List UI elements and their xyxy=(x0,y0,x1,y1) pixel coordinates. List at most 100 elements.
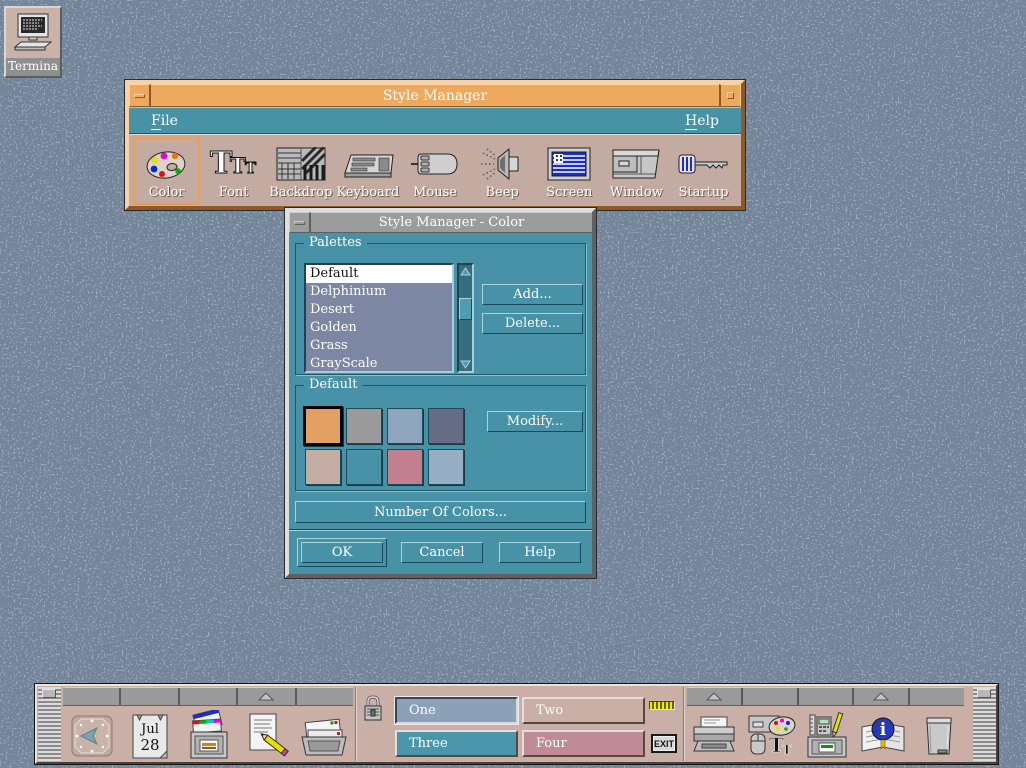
style-manager-titlebar[interactable]: Style Manager xyxy=(129,84,741,107)
menu-help[interactable]: Help xyxy=(679,113,725,129)
palette-list-item[interactable]: Grass xyxy=(306,337,452,355)
file-manager-icon xyxy=(183,710,233,762)
color-swatch[interactable] xyxy=(428,408,464,444)
window-menu-icon xyxy=(294,221,305,225)
exit-button[interactable]: EXIT xyxy=(651,734,677,753)
subpanel-tab-printer[interactable] xyxy=(687,688,743,705)
minimize-icon xyxy=(727,92,734,99)
beep-icon xyxy=(481,144,523,184)
number-of-colors-button[interactable]: Number Of Colors... xyxy=(295,501,586,523)
tool-label: Font xyxy=(219,185,249,200)
subpanel-tab-applications[interactable] xyxy=(238,688,296,705)
subpanel-tab-calendar[interactable] xyxy=(121,688,179,705)
scrollbar-thumb[interactable] xyxy=(459,298,472,320)
svg-text:Jul: Jul xyxy=(139,722,159,737)
palette-list-item[interactable]: Default xyxy=(306,265,452,283)
workspace-button-three[interactable]: Three xyxy=(395,730,518,757)
subpanel-tab-files[interactable] xyxy=(180,688,238,705)
tool-startup[interactable]: Startup xyxy=(670,137,737,205)
menubar: File Help xyxy=(129,107,741,134)
tool-mouse[interactable]: Mouse xyxy=(401,137,468,205)
dialog-separator xyxy=(289,529,592,531)
palette-list-item[interactable]: Desert xyxy=(306,301,452,319)
scroll-up-icon[interactable] xyxy=(459,265,472,278)
trash-control[interactable] xyxy=(911,707,967,764)
svg-text:T: T xyxy=(230,153,246,178)
panel-divider xyxy=(355,687,357,761)
workspace-button-four[interactable]: Four xyxy=(522,730,645,757)
clock-control[interactable] xyxy=(63,707,121,764)
color-swatch[interactable] xyxy=(387,449,423,485)
panel-minimize-box[interactable] xyxy=(42,689,56,698)
tool-screen[interactable]: Screen xyxy=(536,137,603,205)
help-control[interactable]: i xyxy=(855,707,911,764)
style-manager-control[interactable]: T T xyxy=(743,707,799,764)
calendar-control[interactable]: Jul 28 xyxy=(121,707,179,764)
window-menu-button[interactable] xyxy=(129,84,151,107)
subpanel-tab-tools[interactable] xyxy=(799,688,855,705)
subpanel-arrow-icon xyxy=(873,692,889,702)
panel-right-handle[interactable] xyxy=(973,687,996,761)
palette-icon xyxy=(145,144,189,184)
printer-control[interactable] xyxy=(687,707,743,764)
window-menu-button[interactable] xyxy=(289,212,311,233)
keyboard-icon xyxy=(341,144,395,184)
panel-left-handle[interactable] xyxy=(38,687,61,761)
tool-beep[interactable]: Beep xyxy=(469,137,536,205)
palette-list[interactable]: Default Delphinium Desert Golden Grass G… xyxy=(304,263,454,373)
tool-label: Color xyxy=(149,185,185,200)
subpanel-arrow-icon xyxy=(706,692,722,702)
help-button[interactable]: Help xyxy=(499,542,581,563)
mailer-control[interactable] xyxy=(295,707,353,764)
cancel-button[interactable]: Cancel xyxy=(401,542,483,563)
tool-label: Keyboard xyxy=(337,185,400,200)
subpanel-tab-trash[interactable] xyxy=(910,688,964,705)
tool-font[interactable]: T T T Font xyxy=(200,137,267,205)
add-button[interactable]: Add... xyxy=(482,284,583,305)
file-manager-control[interactable] xyxy=(179,707,237,764)
tool-window[interactable]: Window xyxy=(603,137,670,205)
dialog-title: Style Manager - Color xyxy=(311,212,592,233)
subpanel-tab-mail[interactable] xyxy=(297,688,353,705)
scroll-down-icon[interactable] xyxy=(459,358,472,371)
panel-minimize-box[interactable] xyxy=(977,689,991,698)
tool-color[interactable]: Color xyxy=(133,137,200,205)
color-swatch[interactable] xyxy=(428,449,464,485)
minimize-button[interactable] xyxy=(719,84,741,107)
text-editor-control[interactable] xyxy=(237,707,295,764)
mailer-icon xyxy=(298,713,350,759)
text-editor-icon xyxy=(242,710,290,762)
palette-list-item[interactable]: Delphinium xyxy=(306,283,452,301)
modify-button[interactable]: Modify... xyxy=(487,411,583,432)
window-menu-icon xyxy=(134,94,145,98)
palette-list-scrollbar[interactable] xyxy=(457,263,474,373)
application-manager-control[interactable] xyxy=(799,707,855,764)
palette-list-item[interactable]: GrayScale xyxy=(306,355,452,373)
terminal-desktop-icon[interactable]: Termina xyxy=(4,6,62,78)
workspace-button-two[interactable]: Two xyxy=(522,697,645,724)
subpanel-tab-style[interactable] xyxy=(743,688,799,705)
color-swatch[interactable] xyxy=(346,408,382,444)
tool-keyboard[interactable]: Keyboard xyxy=(334,137,401,205)
delete-button[interactable]: Delete... xyxy=(482,313,583,334)
ok-button[interactable]: OK xyxy=(301,542,383,563)
color-swatch[interactable] xyxy=(387,408,423,444)
color-dialog-titlebar[interactable]: Style Manager - Color xyxy=(289,212,592,233)
color-swatch[interactable] xyxy=(303,406,343,446)
color-swatch[interactable] xyxy=(305,449,341,485)
help-icon: i xyxy=(856,713,910,759)
subpanel-tab-help[interactable] xyxy=(854,688,910,705)
menu-file[interactable]: File xyxy=(145,113,184,129)
palettes-group-label: Palettes xyxy=(304,235,367,251)
printer-icon xyxy=(690,714,740,758)
desktop: Termina Style Manager File Help xyxy=(0,0,1026,768)
subpanel-tab-clock[interactable] xyxy=(63,688,121,705)
color-swatch[interactable] xyxy=(346,449,382,485)
svg-text:T: T xyxy=(782,743,792,758)
lock-control[interactable] xyxy=(359,694,387,724)
workspace-button-one[interactable]: One xyxy=(395,697,518,724)
left-subpanel-strip xyxy=(63,687,353,706)
palette-list-item[interactable]: Golden xyxy=(306,319,452,337)
tool-label: Window xyxy=(610,185,663,200)
tool-backdrop[interactable]: Backdrop xyxy=(267,137,334,205)
